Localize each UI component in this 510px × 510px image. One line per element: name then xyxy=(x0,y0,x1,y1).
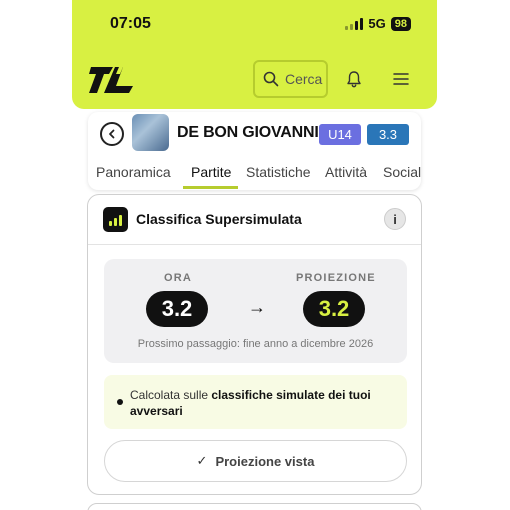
player-avatar xyxy=(132,114,169,151)
now-label: ORA xyxy=(164,272,193,284)
check-icon: ✓ xyxy=(196,453,208,468)
app-header: 07:05 5G 98 Cerca xyxy=(72,0,437,109)
tab-social[interactable]: Social xyxy=(383,164,421,180)
tab-attivita[interactable]: Attività xyxy=(325,164,367,180)
signal-icon xyxy=(345,17,364,30)
next-card xyxy=(87,503,422,510)
status-indicators: 5G 98 xyxy=(345,16,411,31)
bar-chart-icon xyxy=(103,207,128,232)
player-name: DE BON GIOVANNI xyxy=(177,124,319,141)
note-text: Calcolata sulle classifiche simulate dei… xyxy=(130,387,400,419)
search-button[interactable]: Cerca xyxy=(253,60,328,98)
back-button[interactable] xyxy=(100,122,124,146)
supersimulated-ranking-card: Classifica Supersimulata i ORA PROIEZION… xyxy=(87,194,422,495)
search-label: Cerca xyxy=(285,71,323,87)
bell-icon[interactable] xyxy=(345,70,363,88)
battery-indicator: 98 xyxy=(390,16,411,31)
card-divider xyxy=(88,244,421,245)
tl-logo[interactable] xyxy=(89,65,141,95)
category-badge: U14 xyxy=(319,124,361,145)
next-passage-text: Prossimo passaggio: fine anno a dicembre… xyxy=(137,338,374,350)
player-profile-card: DE BON GIOVANNI U14 3.3 Panoramica Parti… xyxy=(88,112,421,190)
tab-partite[interactable]: Partite xyxy=(191,164,231,180)
ranking-badge: 3.3 xyxy=(367,124,409,145)
profile-tabs: Panoramica Partite Statistiche Attività … xyxy=(88,164,421,190)
tab-statistiche[interactable]: Statistiche xyxy=(246,164,311,180)
calculation-note: Calcolata sulle classifiche simulate dei… xyxy=(104,375,407,429)
hamburger-menu-icon[interactable] xyxy=(393,72,409,86)
status-time: 07:05 xyxy=(110,15,151,32)
projection-seen-label: Proiezione vista xyxy=(215,453,315,469)
projection-panel: ORA PROIEZIONE 3.2 → 3.2 Prossimo passag… xyxy=(104,259,407,363)
arrow-right-icon: → xyxy=(248,297,266,317)
info-button[interactable]: i xyxy=(384,208,406,230)
tab-panoramica[interactable]: Panoramica xyxy=(96,164,171,180)
search-icon xyxy=(263,71,279,87)
projection-seen-button[interactable]: ✓ Proiezione vista xyxy=(104,440,407,482)
network-label: 5G xyxy=(368,16,386,31)
projection-label: PROIEZIONE xyxy=(296,272,376,284)
projected-ranking-value: 3.2 xyxy=(303,291,365,327)
active-tab-indicator xyxy=(183,186,238,189)
chevron-left-icon xyxy=(109,129,115,139)
card-title: Classifica Supersimulata xyxy=(136,211,302,227)
bullet-icon xyxy=(117,399,123,405)
current-ranking-value: 3.2 xyxy=(146,291,208,327)
note-plain-text: Calcolata sulle xyxy=(130,388,212,402)
